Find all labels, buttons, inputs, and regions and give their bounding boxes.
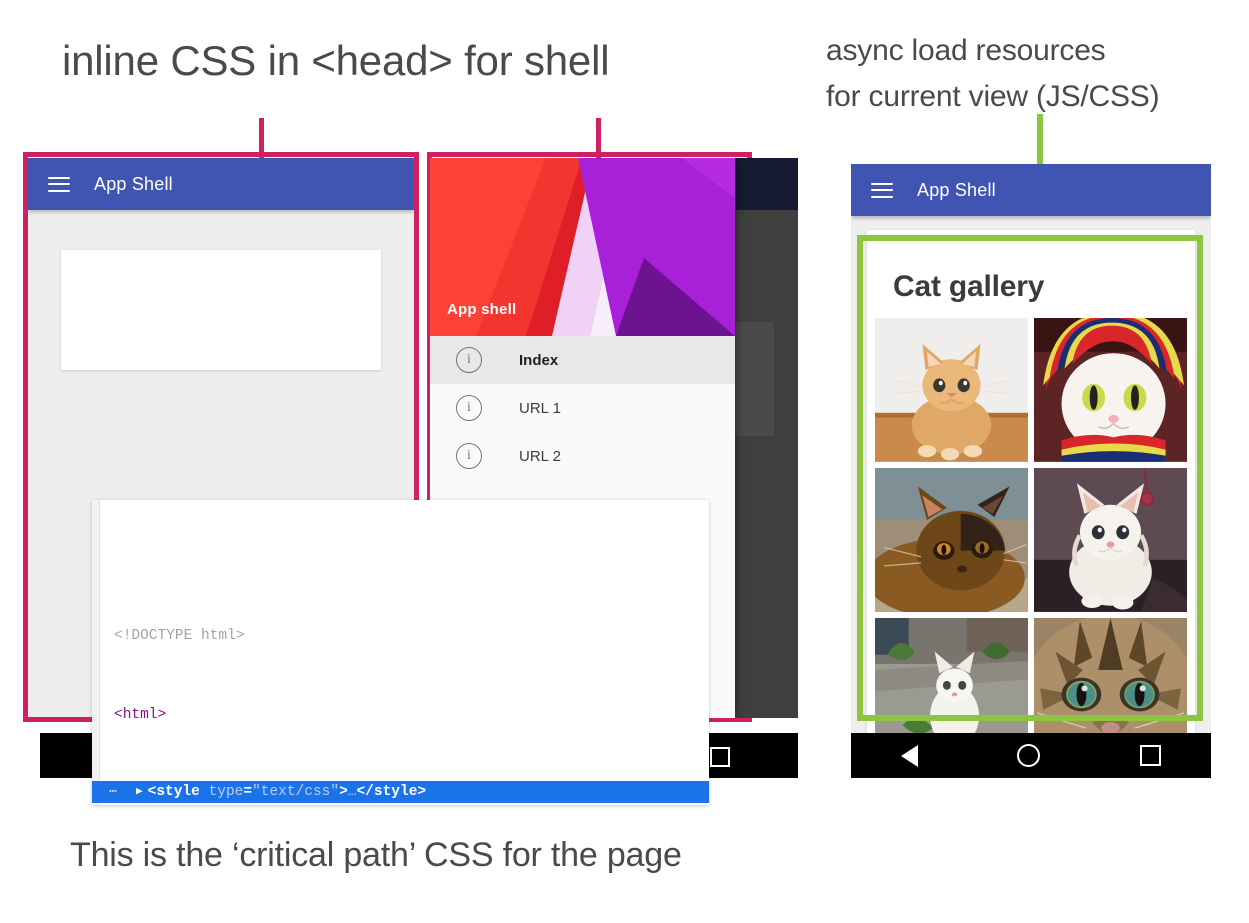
android-navbar-middle-recents-icon[interactable] <box>710 747 730 767</box>
hamburger-icon[interactable] <box>871 183 893 198</box>
drawer-item-url-1[interactable]: i URL 1 <box>430 384 735 432</box>
info-icon: i <box>456 395 482 421</box>
app-bar-gallery: App Shell <box>851 164 1211 216</box>
devtools-selected-style-row[interactable]: ⋯ ▶<style type="text/css">…</style> <box>92 781 709 803</box>
back-triangle-icon[interactable] <box>901 745 918 767</box>
code-line-html[interactable]: <html> <box>114 706 709 726</box>
hamburger-icon[interactable] <box>48 177 70 192</box>
drawer-item-index[interactable]: i Index <box>430 336 735 384</box>
app-bar-title: App Shell <box>917 180 996 201</box>
annotation-async-load: async load resources for current view (JS… <box>826 28 1159 120</box>
devtools-overflow-badge[interactable]: ⋯ <box>92 781 136 803</box>
drawer-header: App shell <box>430 158 735 336</box>
devtools-elements-panel[interactable]: <!DOCTYPE html> <html> ▼<head> <meta cha… <box>92 500 709 805</box>
drawer-item-label: URL 1 <box>519 400 561 417</box>
highlight-box-gallery <box>857 235 1203 721</box>
drawer-item-label: Index <box>519 352 558 369</box>
drawer-item-url-2[interactable]: i URL 2 <box>430 432 735 480</box>
android-navbar-right <box>851 733 1211 778</box>
annotation-critical-path: This is the ‘critical path’ CSS for the … <box>70 831 682 879</box>
expand-triangle-icon[interactable]: ▶ <box>136 781 143 803</box>
annotation-async-load-line1: async load resources <box>826 34 1105 67</box>
app-bar-title: App Shell <box>94 174 173 195</box>
info-icon: i <box>456 347 482 373</box>
info-icon: i <box>456 443 482 469</box>
code-line-doctype[interactable]: <!DOCTYPE html> <box>114 627 709 647</box>
diagram-canvas: inline CSS in <head> for shell async loa… <box>0 0 1249 923</box>
devtools-gutter <box>92 500 100 805</box>
recents-square-icon[interactable] <box>1140 745 1161 766</box>
app-bar-shell: App Shell <box>28 158 414 210</box>
home-circle-icon[interactable] <box>1017 744 1040 767</box>
drawer-item-label: URL 2 <box>519 448 561 465</box>
devtools-code-lines: <!DOCTYPE html> <html> ▼<head> <meta cha… <box>92 559 709 805</box>
drawer-header-label: App shell <box>447 301 516 318</box>
annotation-async-load-line2: for current view (JS/CSS) <box>826 80 1159 113</box>
annotation-inline-css: inline CSS in <head> for shell <box>62 32 609 90</box>
